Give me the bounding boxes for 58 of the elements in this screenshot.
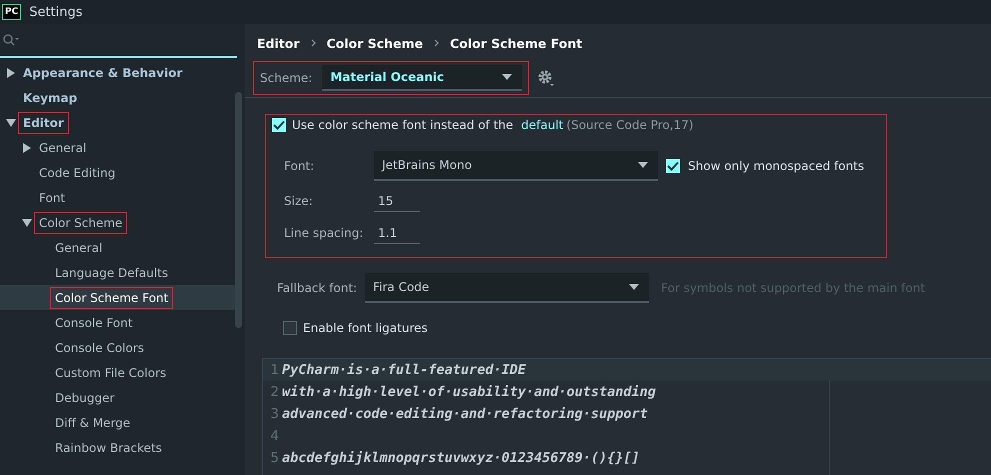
- tree-item[interactable]: Custom File Colors: [0, 360, 237, 385]
- line-number: 4: [269, 428, 279, 444]
- code-line: abcdefghijklmnopqrstuvwxyz·0123456789·(){}[]: [282, 450, 640, 466]
- fallback-font-dropdown[interactable]: Fira Code: [365, 273, 649, 303]
- tree-item[interactable]: Font: [0, 185, 237, 210]
- scrollbar[interactable]: [235, 92, 242, 328]
- font-label: Font:: [283, 159, 316, 173]
- code-line: with·a·high·level·of·usability·and·outstanding: [282, 384, 656, 400]
- expanded-arrow-icon[interactable]: [6, 118, 16, 128]
- checkbox-label: Use color scheme font instead of the: [292, 118, 514, 132]
- fallback-font-label: Fallback font:: [276, 281, 357, 295]
- breadcrumb-item: Editor: [257, 36, 300, 50]
- font-note: (Source Code Pro,17): [566, 118, 694, 132]
- collapsed-arrow-icon[interactable]: [6, 68, 16, 78]
- tree-item[interactable]: Code Editing: [0, 160, 237, 185]
- checkbox[interactable]: [283, 321, 297, 335]
- code-line: advanced·code·editing·and·refactoring·support: [282, 406, 648, 422]
- line-spacing-field[interactable]: 1.1: [374, 222, 420, 244]
- tree-item[interactable]: Debugger: [0, 385, 237, 410]
- line-number: 2: [269, 384, 279, 400]
- tree-item[interactable]: Console Colors: [0, 335, 237, 360]
- app-logo: PC: [2, 4, 22, 20]
- size-field[interactable]: 15: [374, 190, 420, 212]
- tree-item[interactable]: Diff & Merge: [0, 410, 237, 435]
- chevron-icon: [434, 39, 439, 47]
- dropdown-arrow-icon: [638, 162, 648, 168]
- line-number: 1: [269, 362, 279, 378]
- tree-item[interactable]: Color Scheme Font: [0, 285, 237, 310]
- scheme-dropdown[interactable]: Material Oceanic: [322, 65, 522, 91]
- dropdown-arrow-icon: [629, 284, 639, 290]
- checkbox-label: Enable font ligatures: [303, 321, 428, 335]
- expanded-arrow-icon[interactable]: [22, 218, 32, 228]
- tree-item[interactable]: Console Font: [0, 310, 237, 335]
- collapsed-arrow-icon[interactable]: [22, 142, 32, 152]
- tree-item[interactable]: Color Scheme: [0, 210, 237, 235]
- line-number: 5: [269, 450, 279, 466]
- default-link[interactable]: default: [521, 118, 564, 132]
- settings-icon[interactable]: [537, 69, 556, 87]
- chevron-icon: [310, 39, 316, 47]
- checkbox-label: Show only monospaced fonts: [688, 159, 864, 173]
- line-spacing-label: Line spacing:: [283, 226, 364, 240]
- tree-item[interactable]: Appearance & Behavior: [0, 60, 237, 85]
- font-dropdown[interactable]: JetBrains Mono: [374, 151, 658, 181]
- tree-item[interactable]: Keymap: [0, 85, 237, 110]
- line-number: 3: [269, 406, 279, 422]
- size-label: Size:: [283, 194, 314, 208]
- breadcrumb-item: Color Scheme: [326, 36, 423, 50]
- code-line: PyCharm·is·a·full-featured·IDE: [282, 362, 526, 378]
- tree-item[interactable]: Language Defaults: [0, 260, 237, 285]
- search-icon: [3, 34, 19, 46]
- dropdown-arrow-icon: [502, 74, 512, 80]
- tree-item[interactable]: General: [0, 135, 237, 160]
- tree-item[interactable]: General: [0, 235, 237, 260]
- scheme-label: Scheme:: [260, 71, 312, 85]
- tree-item[interactable]: Rainbow Brackets: [0, 435, 237, 460]
- breadcrumb-item: Color Scheme Font: [450, 36, 582, 50]
- tree-item[interactable]: Editor: [0, 110, 237, 135]
- window-title: Settings: [29, 4, 83, 20]
